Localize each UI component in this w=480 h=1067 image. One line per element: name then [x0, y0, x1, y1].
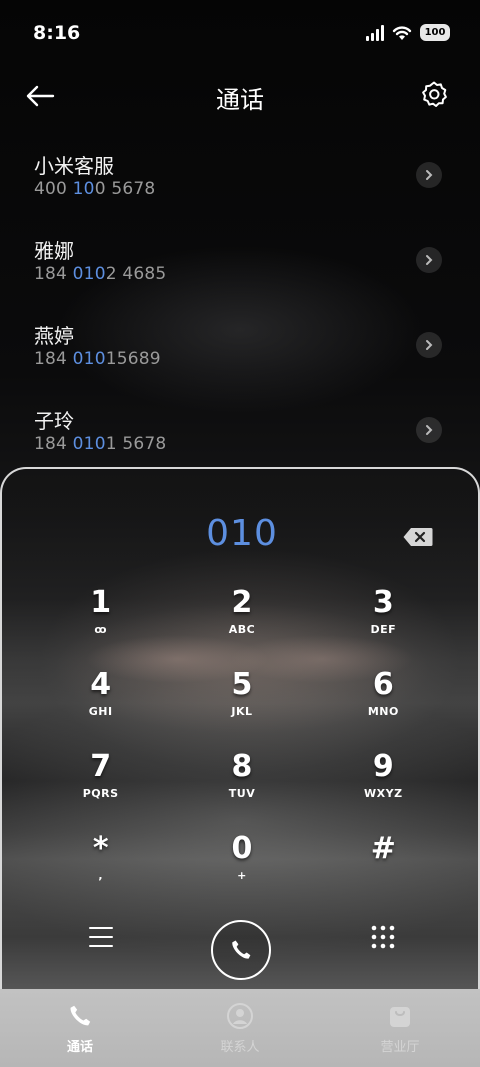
key-9[interactable]: 9 WXYZ — [313, 745, 454, 827]
key-3[interactable]: 3 DEF — [313, 581, 454, 663]
header: 通话 — [0, 68, 480, 124]
tab-contacts[interactable]: 联系人 — [160, 989, 320, 1067]
tab-label: 营业厅 — [380, 1040, 420, 1055]
contact-row[interactable]: 雅娜 184 0102 4685 — [0, 227, 480, 312]
key-6[interactable]: 6 MNO — [313, 663, 454, 745]
contact-name: 子玲 — [34, 409, 74, 433]
gear-icon — [422, 81, 447, 107]
phone-icon — [232, 940, 251, 959]
contact-row[interactable]: 燕婷 184 01015689 — [0, 312, 480, 397]
key-1[interactable]: 1ꝏ — [30, 581, 171, 663]
contact-detail-button[interactable] — [416, 162, 442, 188]
contact-number: 184 0101 5678 — [34, 434, 167, 454]
tab-service-hall[interactable]: 营业厅 — [320, 989, 480, 1067]
signal-icon — [366, 24, 384, 41]
status-bar: 8:16 100 — [0, 0, 480, 68]
keypad-toggle-button[interactable] — [370, 924, 396, 950]
bottom-tab-bar: 通话 联系人 营业厅 — [0, 989, 480, 1067]
tab-calls[interactable]: 通话 — [0, 989, 160, 1067]
chevron-right-icon — [426, 340, 433, 350]
contact-detail-button[interactable] — [416, 247, 442, 273]
hamburger-menu-icon — [89, 927, 113, 947]
key-0[interactable]: 0 + — [171, 827, 312, 909]
backspace-button[interactable] — [403, 527, 433, 547]
key-4[interactable]: 4 GHI — [30, 663, 171, 745]
keypad: 1ꝏ 2 ABC 3 DEF 4 GHI 5 JKL 6 MNO 7 PQRS 8 TUV 9… — [30, 581, 454, 909]
phone-icon — [70, 1005, 91, 1026]
battery-indicator: 100 — [420, 24, 450, 41]
contact-suggestions: 小米客服 400 100 5678 雅娜 184 0102 4685 燕婷 18… — [0, 142, 480, 482]
dialpad-grid-icon — [371, 925, 395, 949]
wifi-icon — [392, 25, 412, 40]
settings-button[interactable] — [418, 78, 450, 110]
dialpad-panel: 010 1ꝏ 2 ABC 3 DEF 4 GHI 5 JKL 6 MNO 7 PQRS 8T… — [0, 467, 480, 989]
contact-number: 184 0102 4685 — [34, 264, 167, 284]
person-icon — [227, 1003, 253, 1029]
key-star[interactable]: *, — [30, 827, 171, 909]
key-hash[interactable]: # — [313, 827, 454, 909]
key-8[interactable]: 8 TUV — [171, 745, 312, 827]
backspace-icon — [403, 528, 433, 546]
shop-bag-icon — [390, 1007, 410, 1027]
contact-name: 小米客服 — [34, 154, 114, 178]
voicemail-icon: ꝏ — [94, 623, 107, 636]
chevron-right-icon — [426, 255, 433, 265]
status-time: 8:16 — [33, 22, 81, 44]
key-2[interactable]: 2 ABC — [171, 581, 312, 663]
contact-detail-button[interactable] — [416, 417, 442, 443]
tab-label: 联系人 — [220, 1040, 260, 1055]
menu-button[interactable] — [88, 925, 114, 949]
contact-detail-button[interactable] — [416, 332, 442, 358]
chevron-right-icon — [426, 425, 433, 435]
key-7[interactable]: 7 PQRS — [30, 745, 171, 827]
status-icons: 100 — [366, 24, 450, 41]
contact-name: 燕婷 — [34, 324, 74, 348]
contact-number: 400 100 5678 — [34, 179, 156, 199]
contact-name: 雅娜 — [34, 239, 74, 263]
call-button[interactable] — [211, 920, 271, 980]
tab-label: 通话 — [66, 1040, 93, 1055]
page-title: 通话 — [216, 86, 264, 114]
chevron-right-icon — [426, 170, 433, 180]
key-5[interactable]: 5 JKL — [171, 663, 312, 745]
contact-row[interactable]: 小米客服 400 100 5678 — [0, 142, 480, 227]
contact-number: 184 01015689 — [34, 349, 161, 369]
